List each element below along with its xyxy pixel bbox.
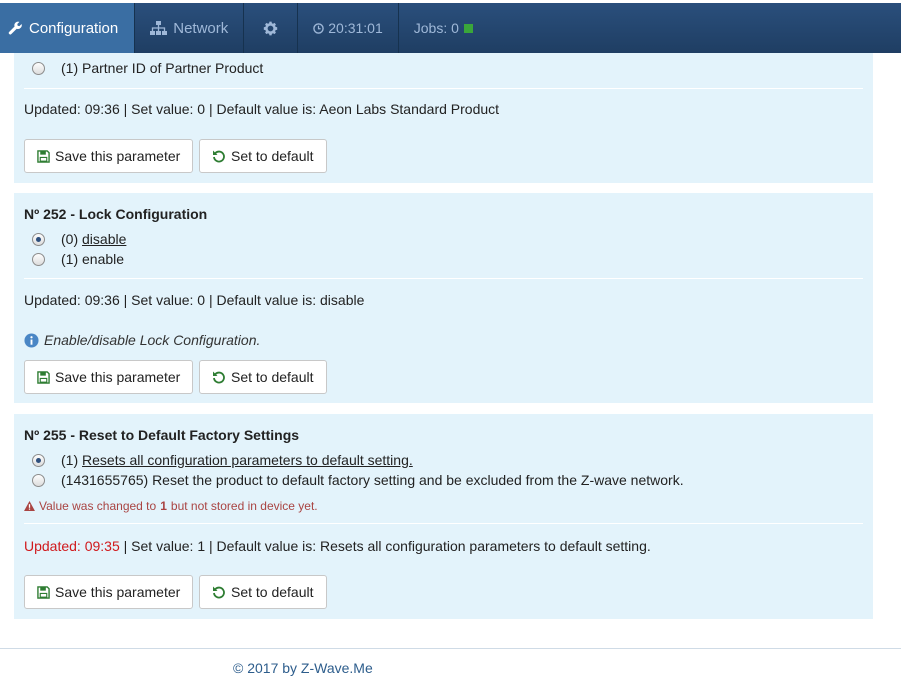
option-row-factory-reset[interactable]: (1431655765) Reset the product to defaul… bbox=[32, 472, 684, 488]
set-default-button[interactable]: Set to default bbox=[199, 575, 327, 609]
footer-divider bbox=[0, 648, 901, 649]
nav-settings[interactable] bbox=[244, 3, 299, 53]
option-disable-prefix: (0) bbox=[61, 231, 79, 247]
clock-time: 20:31:01 bbox=[328, 20, 383, 36]
save-parameter-button[interactable]: Save this parameter bbox=[24, 575, 194, 609]
param-title: Nº 255 - Reset to Default Factory Settin… bbox=[24, 427, 300, 443]
option-row-enable[interactable]: (1) enable bbox=[32, 251, 124, 267]
warning-icon bbox=[24, 501, 35, 511]
save-button-label: Save this parameter bbox=[55, 369, 181, 385]
undo-icon bbox=[212, 370, 226, 384]
radio-disable[interactable] bbox=[32, 232, 45, 246]
option-partner-label: (1) Partner ID of Partner Product bbox=[61, 60, 264, 76]
undo-icon bbox=[212, 149, 226, 163]
updated-info: Updated: 09:35 | Set value: 1 | Default … bbox=[24, 538, 651, 554]
divider bbox=[24, 523, 863, 524]
default-button-label: Set to default bbox=[231, 584, 314, 600]
nav-network[interactable]: Network bbox=[135, 3, 245, 53]
nav-configuration-label: Configuration bbox=[29, 19, 119, 37]
option-disable-label: disable bbox=[82, 231, 127, 247]
jobs-status-indicator bbox=[463, 23, 473, 33]
param-panel-partner: (1) Partner ID of Partner Product Update… bbox=[14, 40, 873, 183]
top-navbar: Configuration Network 20:31:01 Jobs: 0 bbox=[0, 3, 901, 53]
divider bbox=[24, 278, 863, 279]
unsaved-warning: Value was changed to 1 but not stored in… bbox=[24, 499, 318, 513]
info-icon bbox=[24, 332, 39, 348]
save-button-label: Save this parameter bbox=[55, 148, 181, 164]
option-reset-prefix: (1) bbox=[61, 452, 79, 468]
param-title: Nº 252 - Lock Configuration bbox=[24, 206, 208, 222]
jobs-label: Jobs: 0 bbox=[413, 20, 459, 36]
param-panel-252: Nº 252 - Lock Configuration (0) disable … bbox=[14, 193, 873, 403]
undo-icon bbox=[212, 585, 226, 599]
option-row-partner[interactable]: (1) Partner ID of Partner Product bbox=[32, 60, 263, 76]
nav-configuration[interactable]: Configuration bbox=[0, 3, 136, 53]
radio-reset-params[interactable] bbox=[32, 453, 45, 467]
floppy-disk-icon bbox=[37, 149, 50, 163]
set-default-button[interactable]: Set to default bbox=[199, 139, 327, 173]
param-panel-255: Nº 255 - Reset to Default Factory Settin… bbox=[14, 414, 873, 619]
floppy-disk-icon bbox=[37, 370, 50, 384]
radio-enable[interactable] bbox=[32, 252, 45, 266]
updated-time: Updated: 09:35 bbox=[24, 538, 120, 554]
option-factory-label: (1431655765) Reset the product to defaul… bbox=[61, 472, 684, 488]
warning-value: 1 bbox=[160, 499, 167, 513]
nav-clock: 20:31:01 bbox=[298, 3, 399, 53]
default-button-label: Set to default bbox=[231, 369, 314, 385]
radio-factory-reset[interactable] bbox=[32, 473, 45, 487]
option-enable-label: (1) enable bbox=[61, 251, 125, 267]
sitemap-icon bbox=[150, 21, 168, 35]
nav-network-label: Network bbox=[173, 19, 229, 37]
info-note: Enable/disable Lock Configuration. bbox=[24, 332, 260, 348]
radio-partner[interactable] bbox=[32, 61, 45, 75]
updated-info: Updated: 09:36 | Set value: 0 | Default … bbox=[24, 292, 365, 308]
warning-text-pre: Value was changed to bbox=[39, 499, 157, 513]
footer-copyright: © 2017 by Z-Wave.Me bbox=[233, 660, 373, 676]
info-text: Enable/disable Lock Configuration. bbox=[44, 332, 261, 348]
gear-icon bbox=[262, 20, 279, 37]
updated-info: Updated: 09:36 | Set value: 0 | Default … bbox=[24, 101, 500, 117]
updated-rest: | Set value: 1 | Default value is: Reset… bbox=[119, 538, 651, 554]
default-button-label: Set to default bbox=[231, 148, 314, 164]
save-parameter-button[interactable]: Save this parameter bbox=[24, 360, 194, 394]
divider bbox=[24, 88, 863, 89]
set-default-button[interactable]: Set to default bbox=[199, 360, 327, 394]
floppy-disk-icon bbox=[37, 585, 50, 599]
option-row-reset-params[interactable]: (1) Resets all configuration parameters … bbox=[32, 452, 413, 468]
option-row-disable[interactable]: (0) disable bbox=[32, 231, 126, 247]
nav-jobs[interactable]: Jobs: 0 bbox=[399, 3, 488, 53]
wrench-icon bbox=[8, 21, 23, 36]
warning-text-post: but not stored in device yet. bbox=[170, 499, 318, 513]
save-parameter-button[interactable]: Save this parameter bbox=[24, 139, 194, 173]
clock-icon bbox=[313, 22, 325, 34]
save-button-label: Save this parameter bbox=[55, 584, 181, 600]
option-reset-label: Resets all configuration parameters to d… bbox=[82, 452, 413, 468]
